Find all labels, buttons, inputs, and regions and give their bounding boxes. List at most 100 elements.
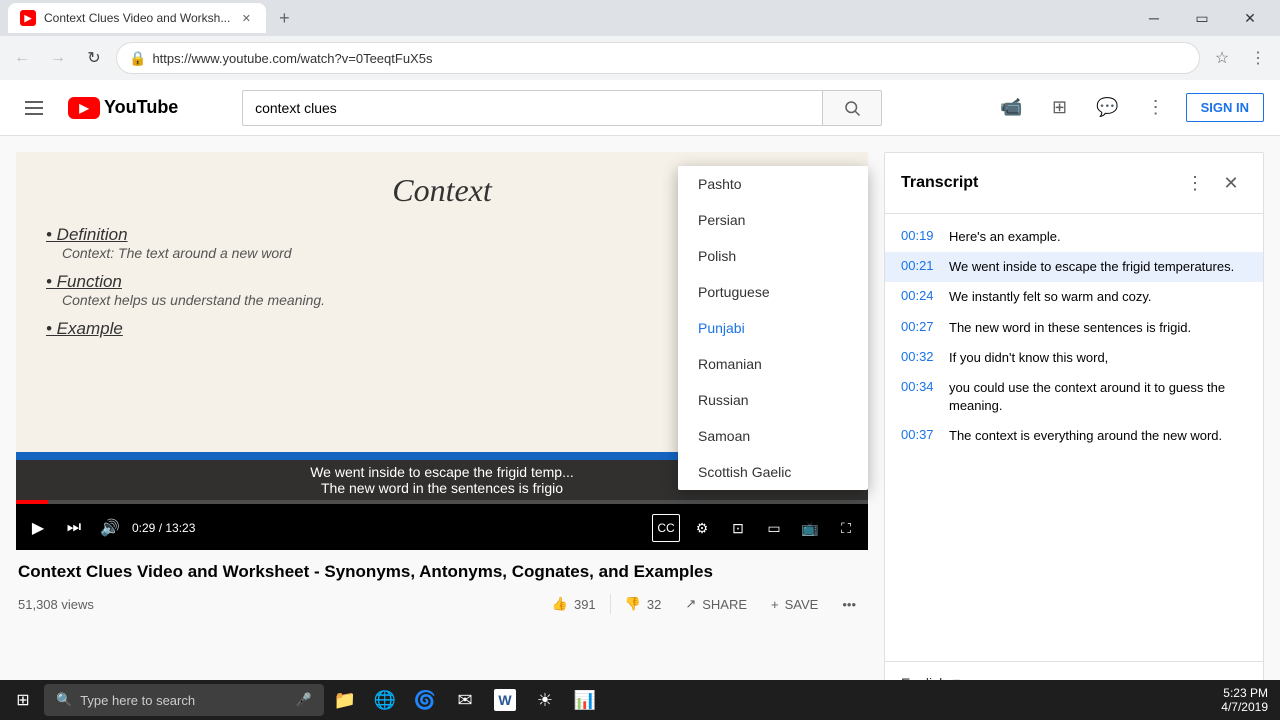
lang-item-samoan[interactable]: Samoan <box>678 418 868 454</box>
lang-item-pashto[interactable]: Pashto <box>678 166 868 202</box>
dislike-count: 32 <box>647 597 661 612</box>
lang-item-portuguese[interactable]: Portuguese <box>678 274 868 310</box>
taskbar-chrome[interactable]: 🌐 <box>366 682 404 718</box>
transcript-item-0037[interactable]: 00:37 The context is everything around t… <box>885 421 1263 451</box>
chrome-icon: 🌐 <box>374 689 396 711</box>
address-bar[interactable]: 🔒 https://www.youtube.com/watch?v=0Teeqt… <box>116 42 1200 74</box>
more-btn[interactable]: ⋮ <box>1138 90 1174 126</box>
edge-icon: 🌀 <box>414 689 436 711</box>
theater-btn[interactable]: ▭ <box>760 514 788 542</box>
youtube-logo-text: YouTube <box>104 97 178 118</box>
lock-icon: 🔒 <box>129 50 146 67</box>
play-btn[interactable]: ▶ <box>24 514 52 542</box>
transcript-item-0032[interactable]: 00:32 If you didn't know this word, <box>885 343 1263 373</box>
transcript-time: 00:19 <box>901 228 937 246</box>
new-tab-btn[interactable]: + <box>270 4 298 32</box>
browser-tab[interactable]: ▶ Context Clues Video and Worksh... ✕ <box>8 3 266 33</box>
lang-item-polish[interactable]: Polish <box>678 238 868 274</box>
thumbs-up-icon: 👍 <box>552 596 568 612</box>
maximize-btn[interactable]: ▭ <box>1180 4 1224 32</box>
logo-play-icon: ▶ <box>79 101 88 115</box>
tab-close-btn[interactable]: ✕ <box>238 10 254 26</box>
search-btn[interactable] <box>822 90 882 126</box>
taskbar-file-explorer[interactable]: 📁 <box>326 682 364 718</box>
transcript-item-0024[interactable]: 00:24 We instantly felt so warm and cozy… <box>885 282 1263 312</box>
browser-titlebar: ▶ Context Clues Video and Worksh... ✕ + … <box>0 0 1280 36</box>
transcript-header: Transcript ⋮ ✕ <box>885 153 1263 214</box>
browser-menu-btn[interactable]: ⋮ <box>1244 44 1272 72</box>
fullscreen-btn[interactable]: ⛶ <box>832 514 860 542</box>
taskbar-search[interactable]: 🔍 Type here to search 🎤 <box>44 684 324 716</box>
apps-btn[interactable]: ⊞ <box>1042 90 1078 126</box>
lang-item-punjabi[interactable]: Punjabi <box>678 310 868 346</box>
taskbar-time: 5:23 PM 4/7/2019 <box>1213 686 1276 714</box>
file-explorer-icon: 📁 <box>334 689 356 711</box>
settings-btn[interactable]: ⚙ <box>688 514 716 542</box>
main-content: Context • Definition Context: The text a… <box>0 136 1280 720</box>
save-label: SAVE <box>785 597 819 612</box>
progress-bar[interactable] <box>16 500 868 504</box>
action-buttons: 👍 391 👎 32 ↗ SHARE + SAVE <box>542 590 866 618</box>
cast-btn[interactable]: 📺 <box>796 514 824 542</box>
func-desc: Context helps us understand the meaning. <box>46 292 325 308</box>
transcript-item-0021[interactable]: 00:21 We went inside to escape the frigi… <box>885 252 1263 282</box>
youtube-logo-icon: ▶ <box>68 97 100 119</box>
minimize-btn[interactable]: ─ <box>1132 4 1176 32</box>
taskbar-search-icon: 🔍 <box>56 692 72 708</box>
transcript-time: 00:34 <box>901 379 937 415</box>
time-current: 0:29 <box>132 521 155 535</box>
refresh-btn[interactable]: ↻ <box>80 44 108 72</box>
back-btn[interactable]: ← <box>8 44 36 72</box>
video-wrapper: Context • Definition Context: The text a… <box>16 152 868 550</box>
like-btn[interactable]: 👍 391 <box>542 590 606 618</box>
like-count: 391 <box>574 597 596 612</box>
chat-btn[interactable]: 💬 <box>1090 90 1126 126</box>
mail-icon: ✉ <box>454 689 476 711</box>
transcript-item-0027[interactable]: 00:27 The new word in these sentences is… <box>885 313 1263 343</box>
transcript-text: If you didn't know this word, <box>949 349 1108 367</box>
camera-btn[interactable]: 📹 <box>994 90 1030 126</box>
youtube-logo[interactable]: ▶ YouTube <box>68 97 178 119</box>
dislike-btn[interactable]: 👎 32 <box>615 590 672 618</box>
mute-btn[interactable]: 🔊 <box>96 514 124 542</box>
transcript-close-btn[interactable]: ✕ <box>1215 167 1247 199</box>
clock-date: 4/7/2019 <box>1221 700 1268 714</box>
close-window-btn[interactable]: ✕ <box>1228 4 1272 32</box>
start-icon: ⊞ <box>12 689 34 711</box>
miniplayer-btn[interactable]: ⊡ <box>724 514 752 542</box>
transcript-items: 00:19 Here's an example. 00:21 We went i… <box>885 214 1263 661</box>
share-btn[interactable]: ↗ SHARE <box>675 590 757 618</box>
tab-title: Context Clues Video and Worksh... <box>44 11 230 25</box>
transcript-actions: ⋮ ✕ <box>1179 167 1247 199</box>
lang-item-romanian[interactable]: Romanian <box>678 346 868 382</box>
video-section: Context • Definition Context: The text a… <box>16 152 868 704</box>
skip-btn[interactable]: ⏭ <box>60 514 88 542</box>
taskbar-word[interactable]: W <box>486 682 524 718</box>
hamburger-menu-btn[interactable] <box>16 90 52 126</box>
lang-item-persian[interactable]: Persian <box>678 202 868 238</box>
signin-btn[interactable]: SIGN IN <box>1186 93 1264 122</box>
divider <box>610 594 611 614</box>
taskbar-powerpoint[interactable]: 📊 <box>566 682 604 718</box>
lang-item-russian[interactable]: Russian <box>678 382 868 418</box>
taskbar-right: 5:23 PM 4/7/2019 <box>1213 686 1276 714</box>
transcript-time: 00:37 <box>901 427 937 445</box>
transcript-item-0019[interactable]: 00:19 Here's an example. <box>885 222 1263 252</box>
cc-btn[interactable]: CC <box>652 514 680 542</box>
transcript-text: The new word in these sentences is frigi… <box>949 319 1191 337</box>
taskbar-mail[interactable]: ✉ <box>446 682 484 718</box>
transcript-item-0034[interactable]: 00:34 you could use the context around i… <box>885 373 1263 421</box>
forward-btn[interactable]: → <box>44 44 72 72</box>
bookmark-btn[interactable]: ☆ <box>1208 44 1236 72</box>
transcript-text: you could use the context around it to g… <box>949 379 1247 415</box>
transcript-more-btn[interactable]: ⋮ <box>1179 167 1211 199</box>
view-count: 51,308 views <box>18 597 94 612</box>
search-input[interactable] <box>242 90 822 126</box>
lang-item-scottish-gaelic[interactable]: Scottish Gaelic <box>678 454 868 490</box>
weather-icon: ☀ <box>534 689 556 711</box>
start-btn[interactable]: ⊞ <box>4 682 42 718</box>
save-btn[interactable]: + SAVE <box>761 591 828 618</box>
taskbar-weather[interactable]: ☀ <box>526 682 564 718</box>
taskbar-edge[interactable]: 🌀 <box>406 682 444 718</box>
more-actions-btn[interactable]: ••• <box>832 591 866 618</box>
